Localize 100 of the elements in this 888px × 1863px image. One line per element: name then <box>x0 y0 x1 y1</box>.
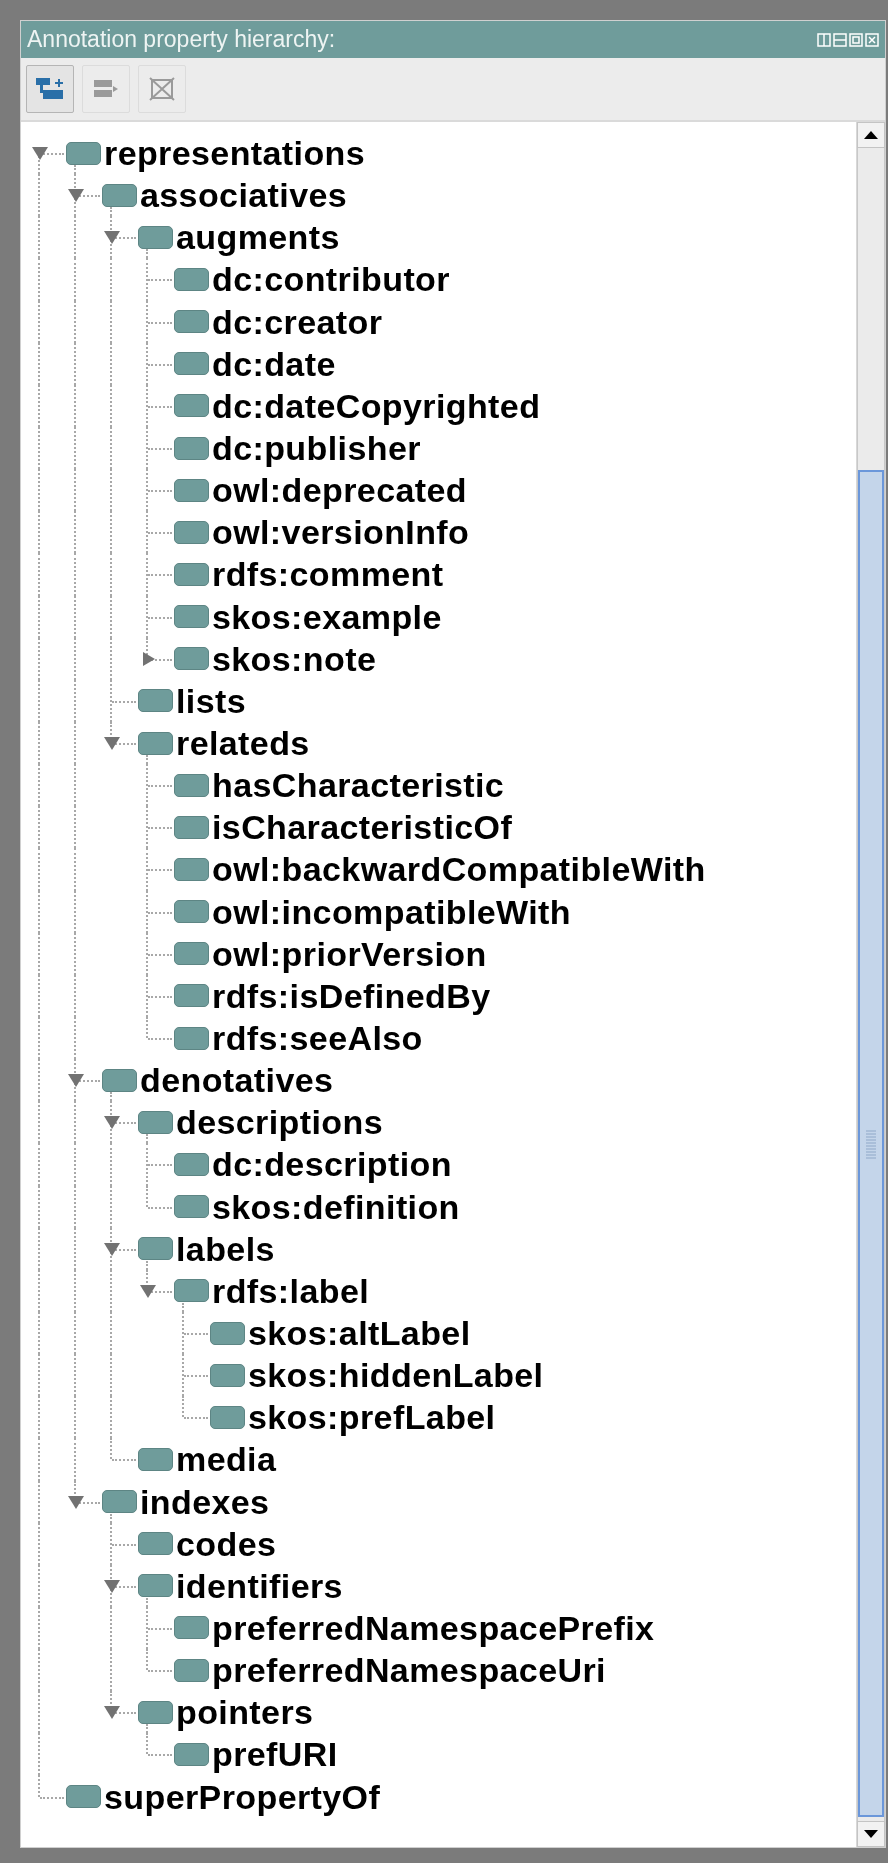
property-icon <box>174 562 209 586</box>
expander-icon[interactable] <box>67 1072 85 1089</box>
down-arrow-icon <box>864 1830 878 1838</box>
tree-item[interactable]: pointers <box>176 1692 314 1733</box>
tree-item[interactable]: owl:priorVersion <box>212 933 487 974</box>
minimize-icon[interactable] <box>833 32 847 47</box>
tree-item[interactable]: skos:definition <box>212 1186 460 1227</box>
expander-icon[interactable] <box>103 1577 121 1594</box>
tree-item[interactable]: rdfs:isDefinedBy <box>212 975 491 1016</box>
tree-item[interactable]: dc:date <box>212 343 336 384</box>
tree-item[interactable]: prefURI <box>212 1734 338 1775</box>
tree-item[interactable]: indexes <box>140 1481 270 1522</box>
up-arrow-icon <box>864 131 878 139</box>
tree-item[interactable]: owl:versionInfo <box>212 512 470 553</box>
tree-item[interactable]: media <box>176 1439 277 1480</box>
tree-item[interactable]: isCharacteristicOf <box>212 807 513 848</box>
property-icon <box>138 1700 173 1724</box>
property-icon <box>174 1195 209 1219</box>
tree-item[interactable]: hasCharacteristic <box>212 765 505 806</box>
property-icon <box>174 647 209 671</box>
add-button[interactable] <box>26 65 74 113</box>
tree-item[interactable]: skos:note <box>212 638 377 679</box>
expander-icon[interactable] <box>31 145 49 162</box>
tree-item[interactable]: rdfs:comment <box>212 554 444 595</box>
tree-item[interactable]: relateds <box>176 723 310 764</box>
property-icon <box>174 1616 209 1640</box>
property-icon <box>174 1026 209 1050</box>
tree-item[interactable]: labels <box>176 1228 275 1269</box>
property-icon <box>174 268 209 291</box>
property-icon <box>174 857 209 881</box>
split-icon[interactable] <box>817 32 831 47</box>
property-icon <box>174 310 209 334</box>
property-icon <box>138 1237 173 1261</box>
tree-item[interactable]: rdfs:seeAlso <box>212 1018 423 1058</box>
expander-icon[interactable] <box>139 1282 157 1299</box>
tree-item[interactable]: dc:contributor <box>212 259 450 300</box>
tree-item[interactable]: representations <box>104 133 366 174</box>
property-icon <box>174 815 209 839</box>
property-icon <box>174 394 209 418</box>
property-icon <box>174 1742 209 1766</box>
property-icon <box>138 1447 173 1471</box>
property-icon <box>138 1110 173 1134</box>
property-icon <box>174 436 209 460</box>
expander-icon[interactable] <box>103 1114 121 1131</box>
expander-icon[interactable] <box>103 229 121 246</box>
property-icon <box>174 352 209 376</box>
close-icon[interactable] <box>865 32 879 47</box>
tree-item[interactable]: owl:incompatibleWith <box>212 891 571 932</box>
tree-item[interactable]: preferredNamespacePrefix <box>212 1608 655 1648</box>
maximize-icon[interactable] <box>849 32 863 47</box>
tree-item[interactable]: skos:prefLabel <box>248 1397 496 1438</box>
property-icon <box>138 1574 173 1598</box>
tree-item[interactable]: superPropertyOf <box>104 1776 381 1817</box>
property-icon <box>174 1279 209 1303</box>
tree-item[interactable]: lists <box>176 680 247 721</box>
property-icon <box>174 984 209 1008</box>
property-icon <box>138 1532 173 1556</box>
tree-item[interactable]: dc:dateCopyrighted <box>212 385 541 426</box>
property-icon <box>174 520 209 544</box>
tree-item[interactable]: preferredNamespaceUri <box>212 1650 606 1691</box>
tree-item[interactable]: descriptions <box>176 1102 383 1143</box>
scroll-down-button[interactable] <box>857 1821 885 1847</box>
property-icon <box>66 141 101 165</box>
tree-item[interactable]: owl:deprecated <box>212 470 467 511</box>
tree-item[interactable]: dc:description <box>212 1144 452 1185</box>
property-icon <box>174 478 209 502</box>
property-icon <box>102 1490 137 1514</box>
tree-item[interactable]: skos:hiddenLabel <box>248 1355 544 1396</box>
tree-item[interactable]: owl:backwardCompatibleWith <box>212 849 706 890</box>
tree-item[interactable]: codes <box>176 1523 277 1564</box>
tree-item[interactable]: dc:creator <box>212 301 383 342</box>
property-icon <box>174 773 209 797</box>
expander-icon[interactable] <box>67 187 85 204</box>
property-icon <box>174 1658 209 1682</box>
property-icon <box>66 1785 101 1809</box>
tree-item[interactable]: skos:example <box>212 596 442 637</box>
tree-item[interactable]: denotatives <box>140 1060 334 1101</box>
property-icon <box>174 605 209 629</box>
property-icon <box>174 1152 209 1176</box>
tree-item[interactable]: augments <box>176 217 340 258</box>
grip-icon <box>865 1128 877 1159</box>
property-icon <box>210 1321 245 1345</box>
scrollbar-thumb[interactable] <box>858 470 884 1817</box>
tree-item[interactable]: associatives <box>140 175 348 216</box>
tree-item[interactable]: skos:altLabel <box>248 1313 471 1353</box>
scroll-up-button[interactable] <box>857 122 885 148</box>
panel-title: Annotation property hierarchy: <box>27 26 336 53</box>
expander-icon[interactable] <box>103 1240 121 1257</box>
property-icon <box>138 689 173 713</box>
tree-item[interactable]: rdfs:label <box>212 1270 370 1311</box>
property-icon <box>210 1405 245 1429</box>
property-icon <box>174 900 209 924</box>
hierarchy-icon <box>35 76 65 102</box>
tree-item[interactable]: identifiers <box>176 1565 343 1606</box>
property-icon <box>102 1068 137 1092</box>
expander-icon[interactable] <box>103 1704 121 1721</box>
tree-item[interactable]: dc:publisher <box>212 428 421 469</box>
expander-icon[interactable] <box>67 1493 85 1510</box>
expander-icon[interactable] <box>103 735 121 752</box>
property-icon <box>138 225 173 249</box>
